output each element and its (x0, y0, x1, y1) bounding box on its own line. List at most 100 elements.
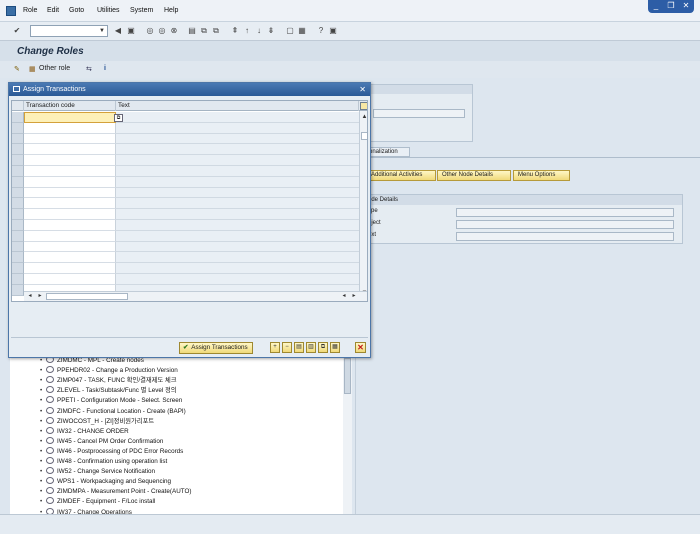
menu-role[interactable]: Role (23, 7, 37, 14)
node-text-field[interactable] (456, 232, 674, 241)
copy-icon[interactable]: ⧉ (318, 342, 328, 353)
insert-row-icon[interactable]: + (270, 342, 280, 353)
row-selector[interactable] (12, 112, 24, 123)
row-selector[interactable] (12, 241, 24, 253)
tree-item[interactable]: • IW45 - Cancel PM Order Confirmation (40, 436, 163, 447)
row-selector[interactable] (12, 133, 24, 145)
transaction-code-input[interactable] (24, 252, 116, 264)
tree-item[interactable]: • ZLEVEL - Task/Subtask/Func 별 Level 정의 (40, 386, 177, 396)
tree-item[interactable]: • ZIMP047 - TASK, FUNC 확인/결재제도 체크 (40, 376, 177, 386)
shortcut-icon[interactable]: ▦ (297, 26, 307, 36)
column-header-transaction-code[interactable]: Transaction code (24, 101, 116, 111)
transaction-code-input[interactable] (24, 209, 116, 220)
next-page-icon[interactable]: ↓ (254, 26, 264, 36)
transaction-code-input[interactable] (24, 220, 116, 231)
tree-item[interactable]: • IW32 - CHANGE ORDER (40, 426, 129, 437)
value-help-icon[interactable]: ⧉ (114, 114, 123, 122)
tree-item[interactable]: • PPEHDR02 - Change a Production Version (40, 366, 178, 376)
transaction-code-input[interactable] (24, 144, 116, 156)
tree-item[interactable]: • ZIMDFC - Functional Location - Create (… (40, 406, 186, 417)
transaction-code-input[interactable] (24, 274, 116, 285)
transaction-code-input[interactable] (24, 166, 116, 177)
menu-utilities[interactable]: Utilities (97, 7, 120, 14)
tree-scrollbar[interactable] (343, 358, 352, 514)
first-page-icon[interactable]: ⇞ (230, 26, 240, 36)
grid-vscroll-thumb[interactable] (361, 132, 367, 140)
enter-icon[interactable]: ✔ (12, 26, 22, 36)
back-icon[interactable]: ◎ (145, 26, 155, 36)
menu-help[interactable]: Help (164, 7, 178, 14)
transaction-code-input[interactable] (24, 176, 116, 188)
chevron-down-icon[interactable]: ▼ (97, 26, 107, 36)
additional-activities-button[interactable]: Additional Activities (366, 170, 436, 181)
details-icon[interactable]: ▦ (330, 342, 340, 353)
row-selector[interactable] (12, 166, 24, 177)
transaction-code-input[interactable] (24, 198, 116, 210)
layout-menu-icon[interactable]: ▣ (328, 26, 338, 36)
tree-scroll-thumb[interactable] (344, 358, 351, 394)
sap-menu-icon[interactable] (6, 6, 16, 16)
hierarchy-icon[interactable]: ⇆ (86, 65, 92, 73)
print-icon[interactable]: ▤ (187, 26, 197, 36)
transaction-code-input[interactable] (24, 241, 116, 253)
help-icon[interactable]: ? (316, 26, 326, 36)
grid-horizontal-scrollbar[interactable]: ◂ ▸ ◂ ▸ (24, 291, 367, 301)
delete-row-icon[interactable]: − (282, 342, 292, 353)
exit-icon[interactable]: ◎ (157, 26, 167, 36)
column-header-text[interactable]: Text (116, 101, 359, 111)
transaction-code-input[interactable] (24, 155, 116, 166)
transaction-code-input[interactable] (24, 133, 116, 145)
tree-item[interactable]: • WPS1 - Workpackaging and Sequencing (40, 477, 171, 487)
new-session-icon[interactable]: ▢ (285, 26, 295, 36)
tree-item[interactable]: • ZIMDEF - Equipment - F/Loc install (40, 497, 155, 507)
tree-item[interactable]: • IW52 - Change Service Notification (40, 467, 155, 477)
scroll-right-end-icon[interactable]: ▸ (350, 292, 358, 301)
deselect-all-icon[interactable]: ▥ (306, 342, 316, 353)
transaction-code-input[interactable] (24, 187, 116, 199)
transaction-code-input[interactable] (24, 263, 116, 274)
row-selector[interactable] (12, 155, 24, 166)
previous-page-icon[interactable]: ↑ (242, 26, 252, 36)
cancel-dialog-button[interactable]: ✕ (355, 342, 366, 353)
row-selector[interactable] (12, 187, 24, 199)
row-selector[interactable] (12, 274, 24, 285)
close-window-icon[interactable]: ✕ (680, 1, 692, 11)
grid-settings-icon[interactable] (360, 102, 367, 110)
scroll-left-end-icon[interactable]: ◂ (340, 292, 348, 301)
row-selector[interactable] (12, 176, 24, 188)
save-icon[interactable]: ▣ (126, 26, 136, 36)
cancel-icon[interactable]: ⊗ (169, 26, 179, 36)
scroll-up-icon[interactable]: ▲ (360, 113, 367, 121)
tree-item[interactable]: • IW48 - Confirmation using operation lis… (40, 457, 167, 467)
row-selector[interactable] (12, 252, 24, 264)
maximize-icon[interactable]: ❐ (665, 1, 677, 11)
last-page-icon[interactable]: ⇟ (266, 26, 276, 36)
menu-system[interactable]: System (130, 7, 153, 14)
menu-edit[interactable]: Edit (47, 7, 59, 14)
dialog-close-icon[interactable]: ✕ (359, 83, 366, 96)
transaction-code-input-active[interactable] (24, 112, 116, 123)
tree-item[interactable]: • IW46 - Postprocessing of PDC Error Reco… (40, 446, 183, 457)
find-icon[interactable]: ⧉ (199, 26, 209, 36)
scroll-left-icon[interactable]: ◂ (26, 292, 34, 301)
menu-goto[interactable]: Goto (69, 7, 84, 14)
info-icon[interactable]: i (104, 65, 106, 72)
grid-vertical-scrollbar[interactable]: ▲ ▼ (359, 111, 367, 297)
transaction-code-input[interactable] (24, 122, 116, 134)
select-all-icon[interactable]: ▤ (294, 342, 304, 353)
row-selector[interactable] (12, 122, 24, 134)
node-object-field[interactable] (456, 220, 674, 229)
grid-hscroll-thumb[interactable] (46, 293, 128, 300)
transaction-code-input[interactable] (24, 230, 116, 242)
node-type-field[interactable] (456, 208, 674, 217)
find-next-icon[interactable]: ⧉ (211, 26, 221, 36)
tree-item[interactable]: • PPETI - Configuration Mode - Select. Sc… (40, 396, 182, 406)
row-selector[interactable] (12, 230, 24, 242)
display-change-icon[interactable]: ✎ (14, 65, 20, 73)
tree-item[interactable]: • ZIMDMPA - Measurement Point - Create(AU… (40, 487, 191, 497)
row-selector[interactable] (12, 144, 24, 156)
scroll-right-icon[interactable]: ▸ (36, 292, 44, 301)
row-selector[interactable] (12, 220, 24, 231)
other-role-icon[interactable]: ▦ (29, 65, 36, 73)
menu-options-button[interactable]: Menu Options (513, 170, 570, 181)
